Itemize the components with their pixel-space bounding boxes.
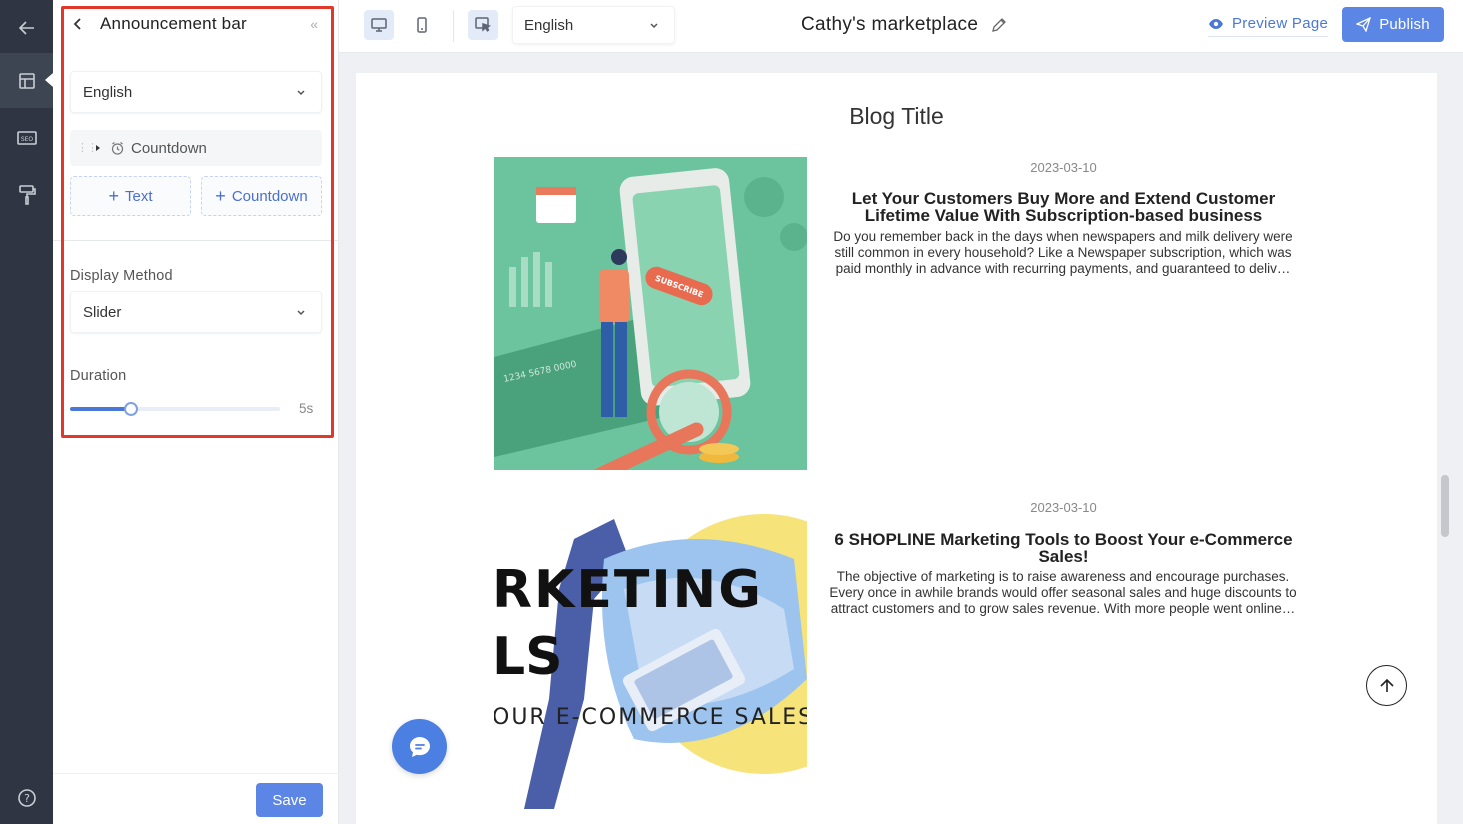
eye-icon: [1209, 18, 1223, 29]
svg-text:SEO: SEO: [20, 136, 33, 143]
seo-icon: SEO: [16, 130, 37, 145]
theme-nav-button[interactable]: [0, 167, 53, 222]
layout-icon: [18, 72, 35, 89]
edit-pencil-icon[interactable]: [990, 16, 1008, 34]
panel-divider: [53, 240, 339, 241]
svg-text:RKETING: RKETING: [494, 560, 763, 620]
drag-handle-icon[interactable]: ⋮⋮: [77, 143, 98, 154]
plus-icon: +: [108, 185, 119, 206]
preview-page: Blog Title 1234 5678 0000 SUBSCRIBE 2023…: [356, 73, 1437, 824]
chevron-down-icon: [297, 310, 305, 316]
duration-label: Duration: [70, 368, 127, 384]
display-method-label: Display Method: [70, 268, 173, 284]
caret-right-icon[interactable]: [94, 144, 102, 152]
post-excerpt: The objective of marketing is to raise a…: [829, 569, 1297, 616]
panel-title: Announcement bar: [100, 14, 247, 33]
duration-slider-thumb[interactable]: [123, 402, 138, 416]
collapse-panel-icon[interactable]: «: [310, 16, 318, 32]
page-language-value: English: [524, 16, 574, 34]
chevron-down-icon: [297, 90, 305, 96]
seo-nav-button[interactable]: SEO: [0, 110, 53, 165]
canvas-scrollbar[interactable]: [1441, 475, 1449, 537]
select-mode-button[interactable]: [468, 10, 498, 40]
save-button[interactable]: Save: [256, 783, 323, 817]
block-item-label: Countdown: [131, 139, 207, 157]
add-countdown-button[interactable]: + Countdown: [201, 176, 322, 216]
duration-value: 5s: [299, 401, 314, 416]
cursor-select-icon: [475, 17, 492, 32]
svg-text:OUR E-COMMERCE SALES: OUR E-COMMERCE SALES: [494, 705, 807, 730]
desktop-icon: [371, 18, 387, 32]
post-title[interactable]: 6 SHOPLINE Marketing Tools to Boost Your…: [824, 531, 1303, 565]
panel-language-value: English: [83, 83, 133, 101]
editor-app: SEO ? Announcement bar « English ⋮⋮ Coun…: [0, 0, 1463, 824]
settings-panel: [53, 0, 339, 824]
scroll-to-top-button[interactable]: [1366, 665, 1407, 706]
help-button[interactable]: ?: [0, 770, 53, 824]
block-item-countdown[interactable]: ⋮⋮ Countdown: [70, 130, 322, 166]
mobile-view-button[interactable]: [407, 10, 437, 40]
add-countdown-label: Countdown: [231, 187, 308, 205]
add-text-button[interactable]: + Text: [70, 176, 191, 216]
plus-icon: +: [215, 185, 226, 206]
duration-slider[interactable]: [70, 402, 280, 416]
svg-text:LS: LS: [494, 627, 563, 687]
chevron-left-icon[interactable]: [70, 16, 86, 32]
alarm-clock-icon: [111, 141, 124, 155]
chat-icon: [409, 736, 430, 757]
toolbar-separator: [453, 10, 454, 42]
preview-page-label: Preview Page: [1232, 15, 1329, 32]
panel-header: Announcement bar «: [70, 12, 326, 36]
paper-plane-icon: [1356, 17, 1372, 32]
site-title: Cathy's marketplace: [801, 14, 979, 35]
display-method-value: Slider: [83, 303, 122, 321]
post-image[interactable]: RKETING LS OUR E-COMMERCE SALES: [494, 499, 807, 812]
post-excerpt: Do you remember back in the days when ne…: [833, 229, 1293, 276]
preview-underline: [1208, 36, 1329, 37]
chat-button[interactable]: [392, 719, 447, 774]
add-text-label: Text: [125, 187, 153, 205]
marketing-illustration: RKETING LS OUR E-COMMERCE SALES: [494, 499, 807, 812]
active-nav-pointer: [45, 73, 53, 87]
paint-roller-icon: [18, 184, 36, 205]
post-title[interactable]: Let Your Customers Buy More and Extend C…: [824, 190, 1303, 224]
arrow-up-icon: [1379, 678, 1394, 692]
desktop-view-button[interactable]: [364, 10, 394, 40]
panel-language-select[interactable]: English: [70, 71, 322, 113]
display-method-select[interactable]: Slider: [70, 291, 322, 333]
back-button[interactable]: [0, 0, 53, 55]
publish-label: Publish: [1379, 16, 1430, 33]
post-image[interactable]: 1234 5678 0000 SUBSCRIBE: [494, 157, 807, 470]
subscription-illustration: 1234 5678 0000 SUBSCRIBE: [494, 157, 807, 470]
duration-slider-fill: [70, 407, 131, 411]
chevron-down-icon: [650, 23, 658, 29]
post-date: 2023-03-10: [1030, 500, 1097, 515]
page-language-select[interactable]: English: [512, 6, 675, 44]
publish-button[interactable]: Publish: [1342, 7, 1444, 42]
help-icon: ?: [17, 788, 36, 807]
blog-title: Blog Title: [849, 103, 944, 129]
preview-page-link[interactable]: Preview Page: [1208, 15, 1329, 37]
svg-text:?: ?: [24, 792, 30, 805]
left-rail: SEO ?: [0, 0, 53, 824]
post-date: 2023-03-10: [1030, 160, 1097, 175]
mobile-icon: [417, 17, 427, 33]
back-arrow-icon: [18, 20, 34, 35]
